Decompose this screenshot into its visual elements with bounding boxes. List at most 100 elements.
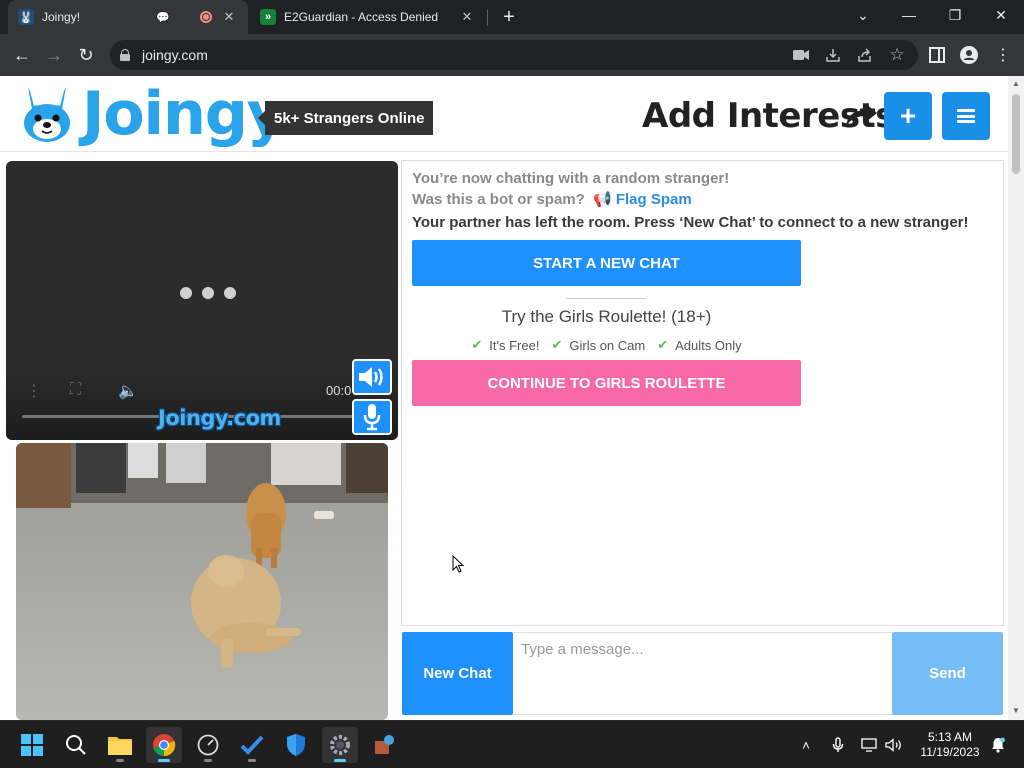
volume-icon[interactable]: 🔈 [118,381,138,401]
web-page: Joingy 5k+ Strangers Online Add Interest… [0,76,1024,720]
running-indicator [204,759,212,762]
bunny-logo-icon [24,87,70,142]
speaker-button[interactable] [352,359,392,395]
fullscreen-icon[interactable]: ⛶ [70,381,81,399]
megaphone-icon: 📢 [592,191,612,208]
new-chat-button[interactable]: New Chat [402,632,513,715]
microphone-icon [363,404,381,431]
tab-divider [487,10,488,26]
scrollbar-thumb[interactable] [1012,94,1020,174]
windows-logo-icon [21,734,43,756]
bot-question-text: Was this a bot or spam? [412,191,585,208]
gear-icon [330,735,350,755]
minimize-button[interactable]: — [886,0,932,30]
install-app-icon[interactable] [824,46,842,64]
taskbar-todo[interactable] [234,727,270,763]
taskbar-defender[interactable] [278,727,314,763]
back-button[interactable]: ← [8,41,36,69]
search-button[interactable] [58,727,94,763]
partner-left-message: Your partner has left the room. Press ‘N… [412,214,969,231]
girls-roulette-title: Try the Girls Roulette! (18+) [501,307,712,326]
show-hidden-icons-chevron-icon[interactable]: ˄ [796,735,816,755]
feature-label: Girls on Cam [569,337,646,353]
stranger-video[interactable]: ⋮ ⛶ 🔈 00:0 Joingy.com [6,161,398,440]
close-tab-icon[interactable]: ✕ [458,8,476,26]
taskbar-settings[interactable] [322,727,358,763]
start-button[interactable] [14,727,50,763]
speedometer-icon [197,734,219,756]
loading-dots [180,287,236,299]
mouse-cursor-icon [452,555,464,573]
video-time: 00:0 [326,383,352,398]
shield-icon [287,734,305,756]
chat-log-panel: You’re now chatting with a random strang… [401,160,1004,626]
joingy-watermark: Joingy.com [158,406,281,430]
network-icon[interactable] [860,735,880,755]
tab-title: Joingy! [42,10,81,24]
tab-e2guardian[interactable]: » E2Guardian - Access Denied ✕ [250,0,486,34]
microphone-tray-icon[interactable] [828,735,848,755]
feature-item: ✔ Adults Only [657,337,741,353]
taskbar-app-box[interactable] [366,727,402,763]
flag-spam-link[interactable]: 📢 Flag Spam [593,191,692,208]
spam-report-line: Was this a bot or spam? 📢 Flag Spam [412,190,692,208]
message-input[interactable] [513,632,892,715]
reload-button[interactable]: ↻ [72,41,100,69]
scroll-down-icon[interactable]: ▼ [1011,706,1021,716]
chat-status-message: You’re now chatting with a random strang… [412,170,730,187]
new-tab-button[interactable]: + [498,6,520,28]
chrome-icon [153,734,176,757]
tab-title: E2Guardian - Access Denied [284,10,439,24]
clock-time: 5:13 AM [927,730,973,744]
forward-button[interactable]: → [40,41,68,69]
e2guardian-favicon-icon: » [260,9,276,25]
tab-joingy[interactable]: 🐰 Joingy! 💬 ✕ [8,0,248,34]
webcam-scene-image [16,443,388,720]
more-options-icon[interactable]: ⋮ [26,381,42,401]
running-indicator [334,759,346,762]
profile-icon[interactable] [960,46,978,64]
check-icon: ✔ [471,337,483,352]
curved-arrow-icon [846,104,877,126]
hamburger-menu-button[interactable] [942,92,990,140]
restore-button[interactable]: ❐ [932,0,978,30]
notification-bell-icon[interactable] [988,735,1008,755]
taskbar-clock[interactable]: 5:13 AM 11/19/2023 [912,730,988,760]
taskbar-app-speed[interactable] [190,727,226,763]
camera-icon[interactable] [792,46,810,64]
site-header: Joingy 5k+ Strangers Online Add Interest… [0,76,1008,152]
clock-date: 11/19/2023 [920,745,980,759]
recording-icon [200,11,212,23]
joingy-logo[interactable]: Joingy [16,79,286,149]
send-button[interactable]: Send [892,632,1003,715]
taskbar-file-explorer[interactable] [102,727,138,763]
bookmark-star-icon[interactable]: ☆ [888,45,906,64]
feature-item: ✔ It's Free! [471,337,539,353]
close-window-button[interactable]: ✕ [978,0,1024,30]
lock-icon [120,49,130,61]
start-new-chat-button[interactable]: START A NEW CHAT [412,240,801,286]
tab-search-icon[interactable]: ⌄ [840,0,886,30]
volume-tray-icon[interactable] [884,735,904,755]
chat-bubble-icon: 💬 [156,11,170,24]
online-count-badge: 5k+ Strangers Online [257,101,434,135]
hamburger-icon [957,109,975,123]
browser-toolbar: ← → ↻ joingy.com ☆ ⋮ [0,34,1024,76]
speaker-icon [359,367,383,387]
scroll-up-icon[interactable]: ▲ [1011,79,1021,89]
side-panel-icon[interactable] [928,46,946,64]
share-icon[interactable] [856,46,874,64]
taskbar-chrome[interactable] [146,727,182,763]
page-scrollbar[interactable]: ▲ ▼ [1008,76,1024,720]
running-indicator [116,759,124,762]
url-text: joingy.com [142,47,208,63]
close-tab-icon[interactable]: ✕ [220,8,238,26]
continue-girls-roulette-button[interactable]: CONTINUE TO GIRLS ROULETTE [412,360,801,406]
package-icon [375,735,394,754]
joingy-favicon-icon: 🐰 [18,9,34,25]
logo-wordmark: Joingy [82,79,286,149]
microphone-button[interactable] [352,399,392,435]
add-interests-button[interactable]: + [884,92,932,140]
browser-tab-strip: 🐰 Joingy! 💬 ✕ » E2Guardian - Access Deni… [0,0,1024,34]
menu-kebab-icon[interactable]: ⋮ [994,46,1012,64]
